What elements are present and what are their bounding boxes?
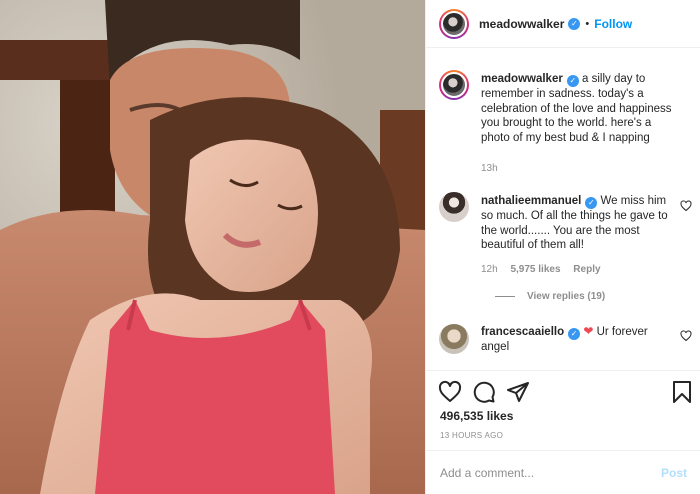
comments-list[interactable]: meadowwalker ✓ a silly day to remember in… — [426, 48, 700, 370]
follow-button[interactable]: Follow — [594, 17, 632, 31]
comment-text-block: nathalieemmanuel ✓ We miss him so much. O… — [481, 194, 677, 253]
comment-avatar[interactable] — [439, 192, 469, 222]
caption-text-block: meadowwalker ✓ a silly day to remember in… — [481, 72, 677, 145]
post-comment-button[interactable]: Post — [661, 466, 687, 480]
bookmark-icon[interactable] — [670, 380, 694, 404]
caption-username[interactable]: meadowwalker — [481, 73, 563, 85]
author-avatar[interactable] — [439, 8, 469, 39]
reply-button[interactable]: Reply — [573, 264, 600, 275]
caption-avatar[interactable] — [439, 70, 469, 100]
heart-icon[interactable] — [438, 380, 462, 404]
caption-item: meadowwalker ✓ a silly day to remember in… — [439, 70, 694, 180]
separator-dot: • — [585, 17, 590, 30]
comment-time[interactable]: 12h — [481, 264, 498, 275]
view-replies-divider — [495, 296, 515, 297]
paper-plane-icon[interactable] — [506, 380, 530, 404]
view-replies-button[interactable]: View replies (19) — [495, 291, 605, 302]
comment-item: nathalieemmanuel ✓ We miss him so much. O… — [439, 192, 694, 302]
verified-badge-icon: ✓ — [568, 17, 581, 30]
verified-badge-icon: ✓ — [585, 197, 598, 209]
comment-input[interactable] — [440, 465, 661, 480]
author-username[interactable]: meadowwalker — [479, 17, 564, 31]
comment-text-block: francescaaiello ✓ ❤ Ur forever angel — [481, 324, 677, 355]
red-heart-emoji: ❤ — [583, 324, 594, 338]
post-timestamp[interactable]: 13 HOURS AGO — [440, 431, 503, 440]
verified-badge-icon: ✓ — [566, 75, 579, 87]
comment-username[interactable]: francescaaiello — [481, 326, 564, 338]
view-replies-label[interactable]: View replies (19) — [527, 291, 605, 302]
likes-count[interactable]: 496,535 likes — [440, 409, 513, 423]
comment-avatar[interactable] — [439, 324, 469, 354]
post-header: meadowwalker ✓ • Follow — [426, 0, 700, 48]
comment-likes[interactable]: 5,975 likes — [510, 264, 560, 275]
comment-username[interactable]: nathalieemmanuel — [481, 195, 581, 207]
post-sidebar: meadowwalker ✓ • Follow meadowwalker ✓ a … — [425, 0, 700, 494]
post-photo-image — [0, 0, 425, 494]
comment-item: francescaaiello ✓ ❤ Ur forever angel — [439, 324, 694, 364]
caption-meta: 13h — [481, 163, 508, 174]
add-comment-bar: Post — [426, 450, 700, 494]
post-photo[interactable] — [0, 0, 425, 494]
comment-like-heart-icon[interactable] — [680, 200, 692, 212]
comment-icon[interactable] — [472, 380, 496, 404]
caption-time[interactable]: 13h — [481, 163, 498, 174]
post-actions: 496,535 likes 13 HOURS AGO — [426, 370, 700, 450]
verified-badge-icon: ✓ — [568, 328, 581, 340]
comment-like-heart-icon[interactable] — [680, 330, 692, 342]
comment-meta: 12h 5,975 likes Reply — [481, 264, 611, 275]
